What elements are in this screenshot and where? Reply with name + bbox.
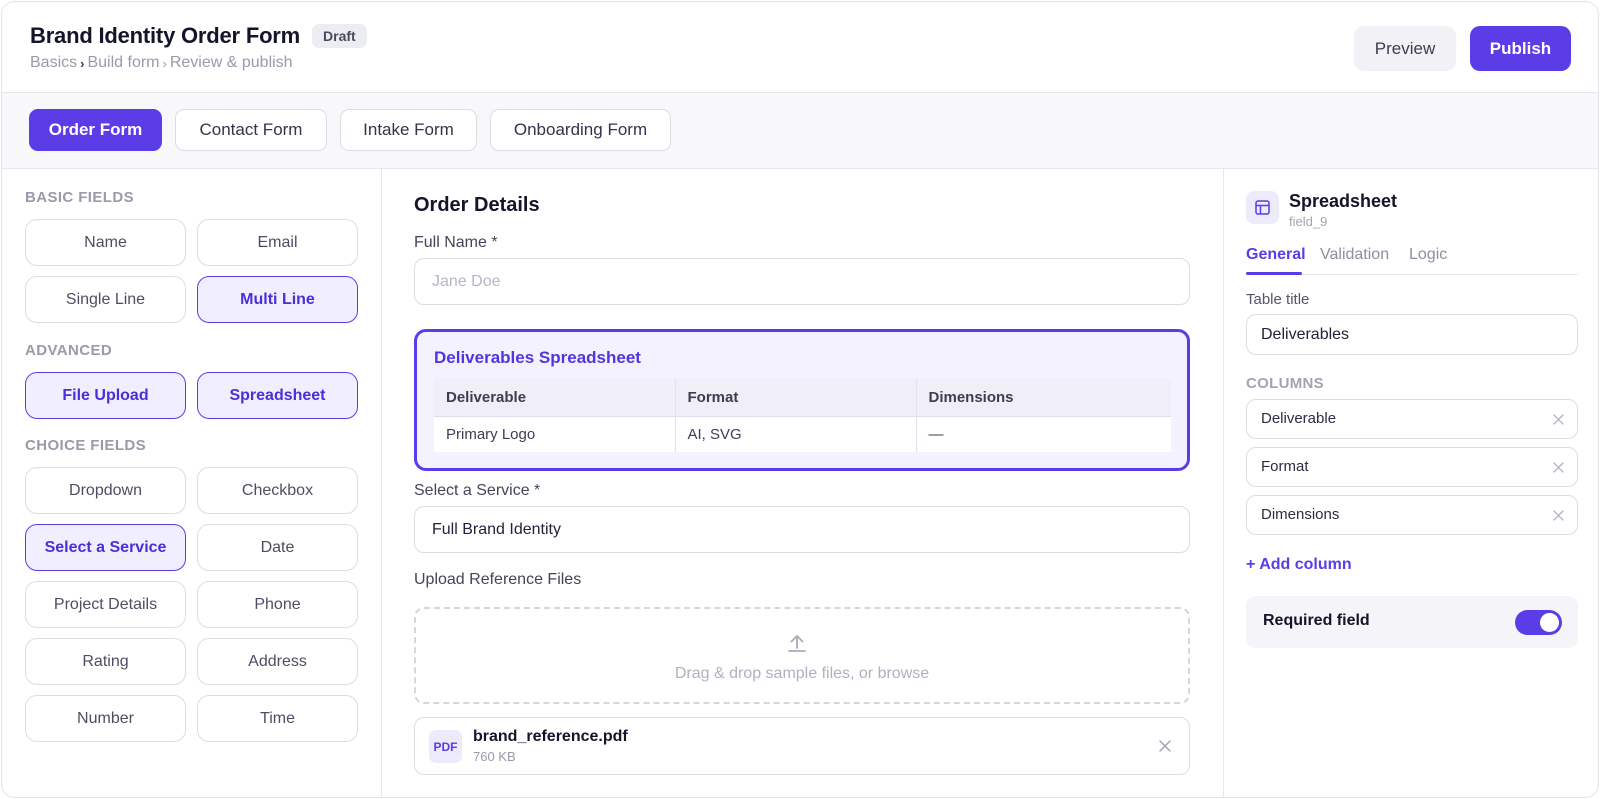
table-title-label: Table title <box>1246 291 1310 308</box>
palette-item-dropdown[interactable]: Dropdown <box>25 467 186 514</box>
tab-intake-form[interactable]: Intake Form <box>340 109 477 151</box>
table-cell[interactable]: AI, SVG <box>675 416 917 452</box>
table-header-row: Deliverable Format Dimensions <box>434 379 1171 417</box>
table-row: Primary Logo AI, SVG — <box>434 416 1171 452</box>
breadcrumb: Basics › Build form › Review & publish <box>30 54 293 72</box>
palette-item-date[interactable]: Date <box>197 524 358 571</box>
required-field-row: Required field <box>1246 596 1578 648</box>
table-title-input[interactable] <box>1246 314 1578 355</box>
column-header: Format <box>675 379 917 417</box>
column-item[interactable]: Format <box>1246 447 1578 487</box>
properties-tabs: General Validation Logic <box>1246 242 1578 275</box>
column-item[interactable]: Dimensions <box>1246 495 1578 535</box>
file-size: 760 KB <box>473 749 516 764</box>
file-dropzone[interactable]: Drag & drop sample files, or browse <box>414 607 1190 704</box>
active-tab-indicator <box>1246 272 1302 275</box>
palette-item-select-a-service[interactable]: Select a Service <box>25 524 186 571</box>
palette-item-phone[interactable]: Phone <box>197 581 358 628</box>
preview-button[interactable]: Preview <box>1354 26 1456 71</box>
form-canvas: Order Details Full Name * Deliverables S… <box>382 169 1223 797</box>
header: Brand Identity Order Form Draft Basics ›… <box>2 2 1598 93</box>
dropzone-hint: Drag & drop sample files, or browse <box>674 665 930 682</box>
uploaded-file: PDF brand_reference.pdf 760 KB <box>414 717 1190 775</box>
field-id: field_9 <box>1289 214 1328 229</box>
section-title: Order Details <box>414 194 540 216</box>
pdf-file-icon: PDF <box>429 730 462 763</box>
tab-validation[interactable]: Validation <box>1320 246 1389 264</box>
palette-item-spreadsheet[interactable]: Spreadsheet <box>197 372 358 419</box>
palette-item-single-line[interactable]: Single Line <box>25 276 186 323</box>
palette-item-checkbox[interactable]: Checkbox <box>197 467 358 514</box>
properties-title: Spreadsheet <box>1289 191 1398 211</box>
page-title: Brand Identity Order Form <box>30 23 301 48</box>
tab-order-form[interactable]: Order Form <box>29 109 162 151</box>
close-icon[interactable] <box>1552 413 1565 426</box>
choice-fields-title: CHOICE FIELDS <box>25 437 147 454</box>
palette-item-multi-line[interactable]: Multi Line <box>197 276 358 323</box>
palette-item-address[interactable]: Address <box>197 638 358 685</box>
close-icon[interactable] <box>1552 461 1565 474</box>
basic-fields-title: BASIC FIELDS <box>25 189 134 206</box>
tab-contact-form[interactable]: Contact Form <box>175 109 327 151</box>
title-row: Brand Identity Order Form Draft <box>30 23 367 49</box>
chevron-right-icon: › <box>162 55 167 71</box>
palette-item-file-upload[interactable]: File Upload <box>25 372 186 419</box>
properties-panel: Spreadsheet field_9 General Validation L… <box>1223 169 1598 797</box>
palette-item-time[interactable]: Time <box>197 695 358 742</box>
file-name: brand_reference.pdf <box>473 728 628 745</box>
table-icon <box>1246 191 1279 224</box>
breadcrumb-review-publish[interactable]: Review & publish <box>170 54 293 72</box>
palette-item-number[interactable]: Number <box>25 695 186 742</box>
add-column-button[interactable]: + Add column <box>1246 556 1352 574</box>
column-item[interactable]: Deliverable <box>1246 399 1578 439</box>
palette-item-rating[interactable]: Rating <box>25 638 186 685</box>
full-name-label: Full Name * <box>414 234 498 251</box>
column-label: Dimensions <box>1261 506 1340 523</box>
spreadsheet-field[interactable]: Deliverables Spreadsheet Deliverable For… <box>414 329 1190 471</box>
palette-item-name[interactable]: Name <box>25 219 186 266</box>
chevron-right-icon: › <box>80 55 85 71</box>
close-icon[interactable] <box>1157 738 1173 754</box>
table-cell[interactable]: Primary Logo <box>434 416 676 452</box>
status-badge: Draft <box>312 24 367 48</box>
column-label: Format <box>1261 458 1309 475</box>
column-header: Dimensions <box>916 379 1171 417</box>
palette-item-project-details[interactable]: Project Details <box>25 581 186 628</box>
spreadsheet-title: Deliverables Spreadsheet <box>434 348 641 367</box>
column-header: Deliverable <box>434 379 676 417</box>
form-tabs-bar: Order Form Contact Form Intake Form Onbo… <box>2 93 1598 169</box>
close-icon[interactable] <box>1552 509 1565 522</box>
field-palette: BASIC FIELDS Name Email Single Line Mult… <box>2 169 382 797</box>
columns-title: COLUMNS <box>1246 375 1324 392</box>
toggle-knob <box>1540 613 1559 632</box>
required-toggle[interactable] <box>1515 610 1562 635</box>
required-field-label: Required field <box>1263 612 1370 629</box>
palette-item-email[interactable]: Email <box>197 219 358 266</box>
tab-onboarding-form[interactable]: Onboarding Form <box>490 109 671 151</box>
header-actions: Preview Publish <box>1354 26 1571 71</box>
tab-general[interactable]: General <box>1246 246 1306 264</box>
publish-button[interactable]: Publish <box>1470 26 1571 71</box>
service-label: Select a Service * <box>414 482 541 499</box>
spreadsheet-table: Deliverable Format Dimensions Primary Lo… <box>434 379 1171 452</box>
full-name-input[interactable] <box>414 258 1190 305</box>
breadcrumb-basics[interactable]: Basics <box>30 54 77 72</box>
upload-label: Upload Reference Files <box>414 571 582 588</box>
tab-logic[interactable]: Logic <box>1409 246 1447 264</box>
form-builder-window: Brand Identity Order Form Draft Basics ›… <box>1 1 1599 798</box>
column-label: Deliverable <box>1261 410 1337 427</box>
advanced-title: ADVANCED <box>25 342 113 359</box>
service-input[interactable] <box>414 506 1190 553</box>
table-cell[interactable]: — <box>916 416 1171 452</box>
breadcrumb-build-form[interactable]: Build form <box>87 54 159 72</box>
upload-icon <box>788 635 806 652</box>
